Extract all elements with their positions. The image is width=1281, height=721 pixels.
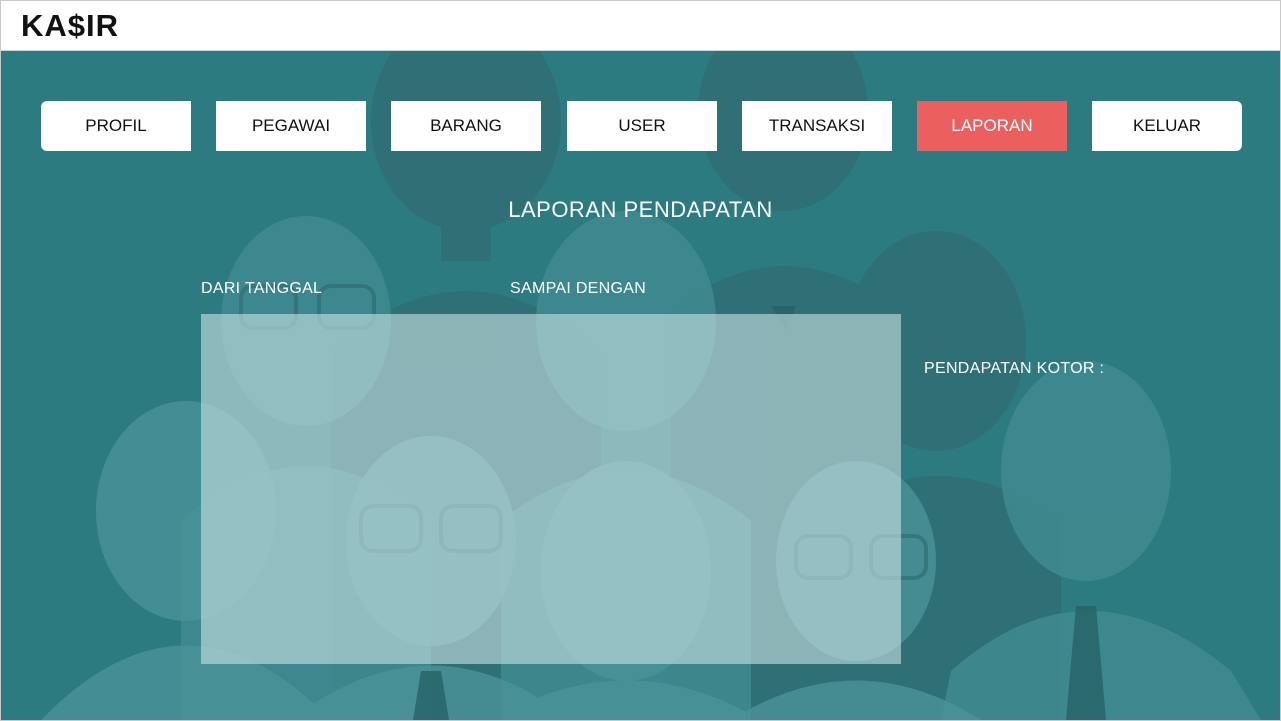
nav-transaksi-button[interactable]: TRANSAKSI: [742, 101, 892, 151]
nav-laporan-button[interactable]: LAPORAN: [917, 101, 1067, 151]
date-from-label: DARI TANGGAL: [201, 280, 323, 297]
nav-pegawai-button[interactable]: PEGAWAI: [216, 101, 366, 151]
gross-income-label: PENDAPATAN KOTOR :: [924, 360, 1105, 377]
nav-keluar-button[interactable]: KELUAR: [1092, 101, 1242, 151]
nav-profil-button[interactable]: PROFIL: [41, 101, 191, 151]
main-navigation: PROFIL PEGAWAI BARANG USER TRANSAKSI LAP…: [41, 101, 1242, 151]
app-logo: KA$IR: [21, 8, 120, 43]
main-content: PROFIL PEGAWAI BARANG USER TRANSAKSI LAP…: [1, 51, 1280, 720]
top-bar: KA$IR: [1, 1, 1280, 51]
app-window: KA$IR PROFIL PEGAWAI BARANG USER TRANSAK…: [0, 0, 1281, 721]
nav-user-button[interactable]: USER: [567, 101, 717, 151]
report-table-panel[interactable]: [201, 314, 901, 664]
date-to-label: SAMPAI DENGAN: [510, 280, 647, 297]
page-title: LAPORAN PENDAPATAN: [508, 197, 773, 222]
nav-barang-button[interactable]: BARANG: [391, 101, 541, 151]
